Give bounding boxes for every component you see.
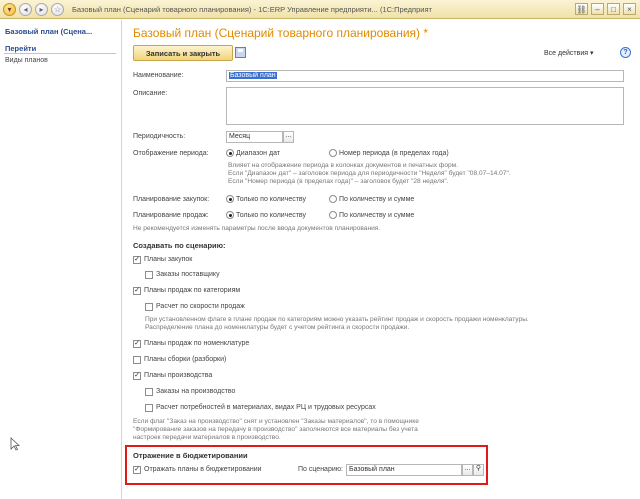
production-orders-checkbox[interactable] [145,388,153,396]
display-number-label[interactable]: Номер периода (в пределах года) [339,150,449,157]
purchase-plans-label[interactable]: Планы закупок [144,256,192,263]
production-note-3: настроек передачи материалов в производс… [133,434,281,441]
sales-planning-label: Планирование продаж: [133,212,209,219]
production-orders-label[interactable]: Заказы на производство [156,388,235,395]
forward-icon[interactable]: ▸ [35,2,48,16]
close-icon[interactable]: × [623,3,636,15]
periodicity-label: Периодичность: [133,133,186,140]
window-titlebar: ▾ ◂ ▸ ☆ Базовый план (Сценарий товарного… [0,0,640,19]
assembly-plans-checkbox[interactable] [133,356,141,364]
sales-qty-label[interactable]: Только по количеству [236,212,306,219]
display-label: Отображение периода: [133,150,209,157]
scenario-label: По сценарию: [298,466,343,473]
form-area: Базовый план (Сценарий товарного планиро… [123,20,640,499]
category-sales-label[interactable]: Планы продаж по категориям [144,287,240,294]
sidebar-goto-header: Перейти [5,44,37,53]
all-actions-menu[interactable]: Все действия ▾ [544,49,594,57]
purchase-qty-label[interactable]: Только по количеству [236,196,306,203]
purchase-qty-sum-label[interactable]: По количеству и сумме [339,196,414,203]
supplier-orders-label[interactable]: Заказы поставщику [156,271,220,278]
category-note-1: При установленном флаге в плане продаж п… [145,316,529,323]
purchase-planning-label: Планирование закупок: [133,196,210,203]
link-icon[interactable]: ⛓ [575,3,588,15]
production-note-1: Если флаг "Заказ на производство" снят и… [133,418,419,425]
sales-qty-sum-label[interactable]: По количеству и сумме [339,212,414,219]
disk-icon[interactable] [235,47,246,58]
name-input[interactable]: Базовый план [226,70,624,82]
search-icon[interactable]: ⚲ [473,464,484,476]
item-sales-label[interactable]: Планы продаж по номенклатуре [144,340,249,347]
production-note-2: "Формирование заказов на передачу в прои… [133,426,418,433]
scenario-input[interactable]: Базовый план [346,464,462,476]
production-plans-checkbox[interactable]: ✓ [133,372,141,380]
help-icon[interactable]: ? [620,47,631,58]
mouse-cursor-icon [10,437,20,451]
window-title: Базовый план (Сценарий товарного планиро… [72,4,432,14]
display-note-3: Если "Номер периода (в пределах года)" –… [228,178,449,185]
budget-checkbox[interactable]: ✓ [133,466,141,474]
scenario-select-button[interactable]: ... [462,464,473,476]
name-label: Наименование: [133,72,184,79]
planning-note: Не рекомендуется изменять параметры посл… [133,225,381,232]
sales-speed-checkbox[interactable] [145,303,153,311]
material-calc-label[interactable]: Расчет потребностей в материалах, видах … [156,404,376,411]
sidebar-item-plan-types[interactable]: Виды планов [5,57,48,64]
form-title: Базовый план (Сценарий товарного планиро… [133,26,429,40]
description-label: Описание: [133,90,168,97]
save-and-close-button[interactable]: Записать и закрыть [133,45,233,61]
maximize-icon[interactable]: □ [607,3,620,15]
category-sales-checkbox[interactable]: ✓ [133,287,141,295]
periodicity-select-button[interactable]: ... [283,131,294,143]
sales-qty-sum-radio[interactable] [329,211,337,219]
production-plans-label[interactable]: Планы производства [144,372,212,379]
display-note-1: Влияет на отображение периода в колонках… [228,162,459,169]
purchase-plans-checkbox[interactable]: ✓ [133,256,141,264]
purchase-qty-radio[interactable] [226,195,234,203]
supplier-orders-checkbox[interactable] [145,271,153,279]
display-note-2: Если "Диапазон дат" – заголовок периода … [228,170,511,177]
favorite-icon[interactable]: ☆ [51,2,64,16]
description-input[interactable] [226,87,624,125]
sidebar-divider [4,53,116,54]
item-sales-checkbox[interactable]: ✓ [133,340,141,348]
sales-speed-label[interactable]: Расчет по скорости продаж [156,303,245,310]
navigation-panel: Базовый план (Сцена... Перейти Виды план… [0,20,122,499]
display-number-radio[interactable] [329,149,337,157]
budget-header: Отражение в бюджетировании [133,451,248,460]
display-range-radio[interactable] [226,149,234,157]
category-note-2: Распределение плана до номенклатуры буде… [145,324,410,331]
back-icon[interactable]: ◂ [19,2,32,16]
create-by-scenario-header: Создавать по сценарию: [133,241,226,250]
purchase-qty-sum-radio[interactable] [329,195,337,203]
periodicity-input[interactable]: Месяц [226,131,283,143]
minimize-icon[interactable]: – [591,3,604,15]
budget-label[interactable]: Отражать планы в бюджетировании [144,466,262,473]
display-range-label[interactable]: Диапазон дат [236,150,280,157]
app-menu-icon[interactable]: ▾ [3,2,16,16]
sales-qty-radio[interactable] [226,211,234,219]
assembly-plans-label[interactable]: Планы сборки (разборки) [144,356,226,363]
sidebar-title[interactable]: Базовый план (Сцена... [5,27,92,36]
material-calc-checkbox[interactable] [145,404,153,412]
